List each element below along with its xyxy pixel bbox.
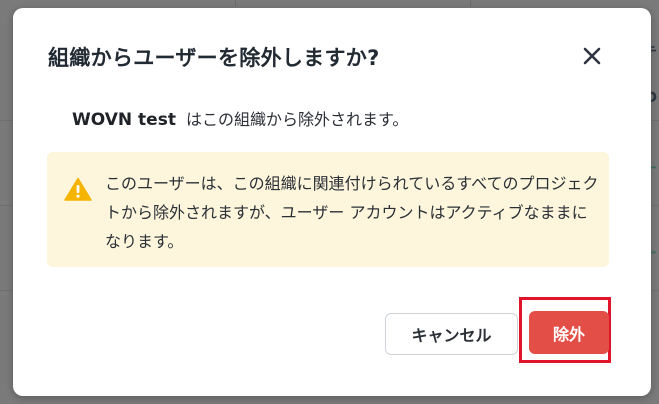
user-name: WOVN test bbox=[72, 110, 176, 130]
background-divider bbox=[470, 0, 471, 6]
close-button[interactable] bbox=[578, 42, 606, 70]
warning-triangle-icon bbox=[64, 177, 92, 201]
warning-alert: このユーザーは、この組織に関連付けられているすべてのプロジェクトから除外されます… bbox=[47, 152, 609, 267]
remove-button[interactable]: 除外 bbox=[529, 311, 609, 354]
removal-info: WOVN test はこの組織から除外されます。 bbox=[72, 106, 408, 130]
close-icon bbox=[578, 42, 606, 70]
warning-message: このユーザーは、この組織に関連付けられているすべてのプロジェクトから除外されます… bbox=[105, 174, 599, 251]
dialog-title: 組織からユーザーを除外しますか? bbox=[48, 46, 380, 70]
background-divider bbox=[235, 0, 236, 6]
cancel-button[interactable]: キャンセル bbox=[385, 313, 518, 355]
removal-info-text: はこの組織から除外されます。 bbox=[185, 110, 409, 129]
remove-user-dialog: 組織からユーザーを除外しますか? WOVN test はこの組織から除外されます。… bbox=[13, 8, 651, 396]
